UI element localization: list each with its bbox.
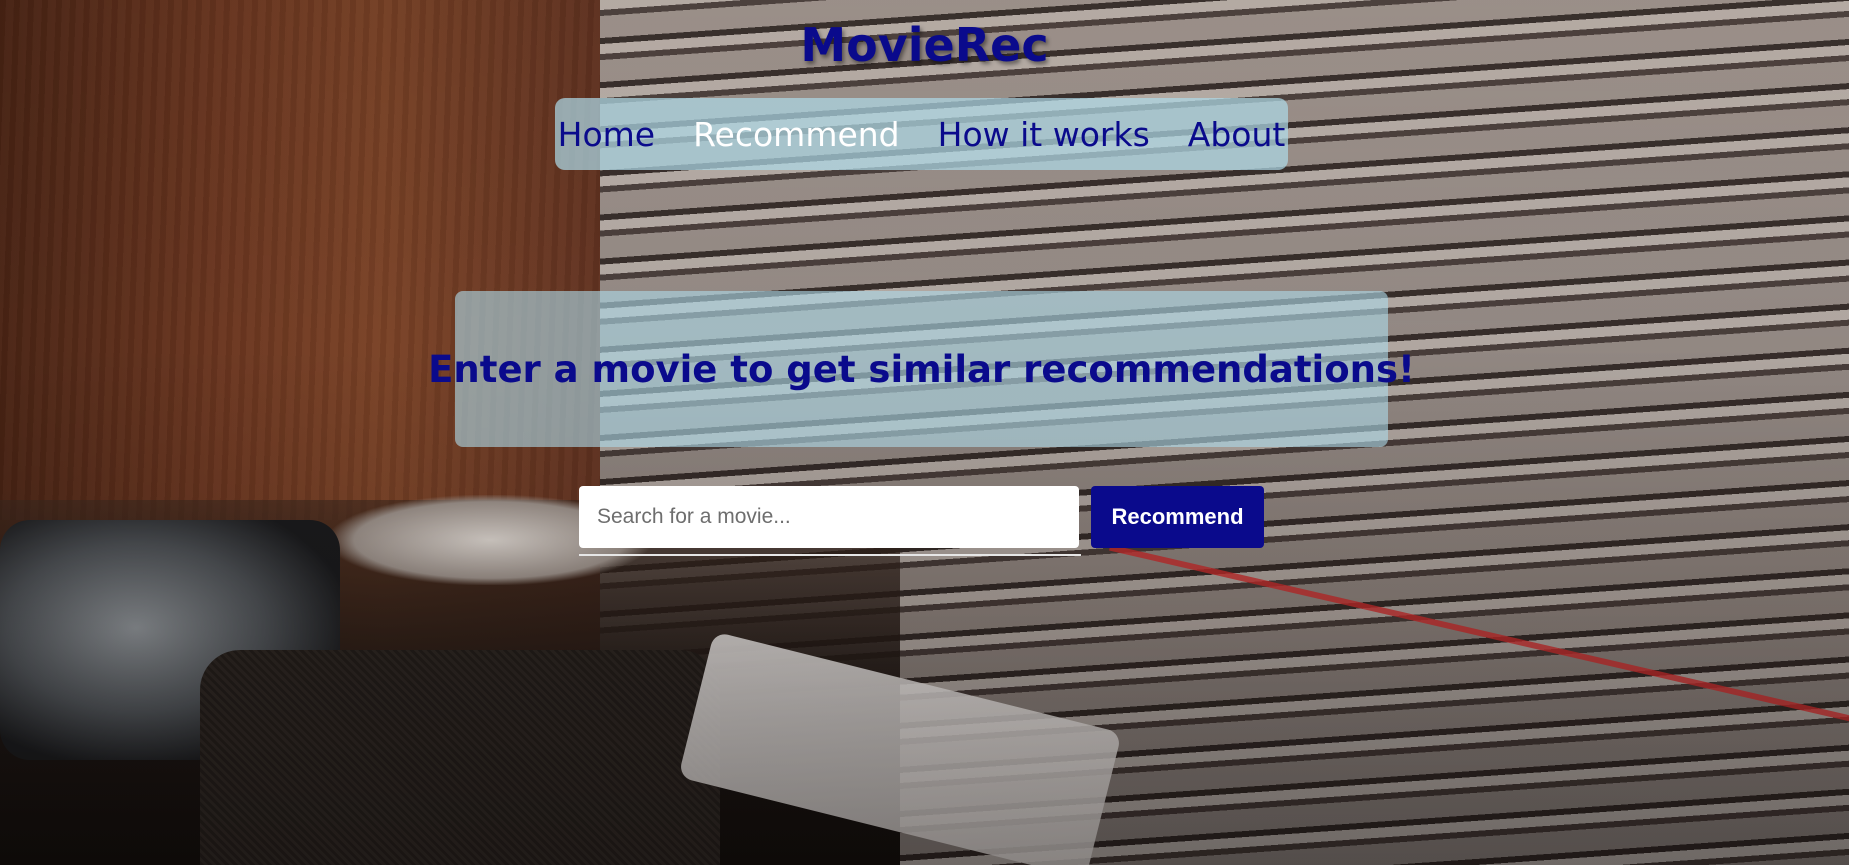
recommend-button[interactable]: Recommend <box>1091 486 1264 548</box>
hero-heading: Enter a movie to get similar recommendat… <box>428 347 1415 391</box>
search-form: Recommend <box>579 486 1264 556</box>
site-title: MovieRec <box>800 18 1049 72</box>
hero-panel: Enter a movie to get similar recommendat… <box>428 291 1415 447</box>
search-input[interactable] <box>579 486 1079 548</box>
search-underline <box>579 554 1081 556</box>
nav-home[interactable]: Home <box>558 115 655 154</box>
nav-about[interactable]: About <box>1188 115 1286 154</box>
nav-how-it-works[interactable]: How it works <box>938 115 1150 154</box>
main-nav: Home Recommend How it works About <box>555 98 1288 170</box>
nav-recommend[interactable]: Recommend <box>693 115 900 154</box>
search-field-wrap <box>579 486 1081 556</box>
